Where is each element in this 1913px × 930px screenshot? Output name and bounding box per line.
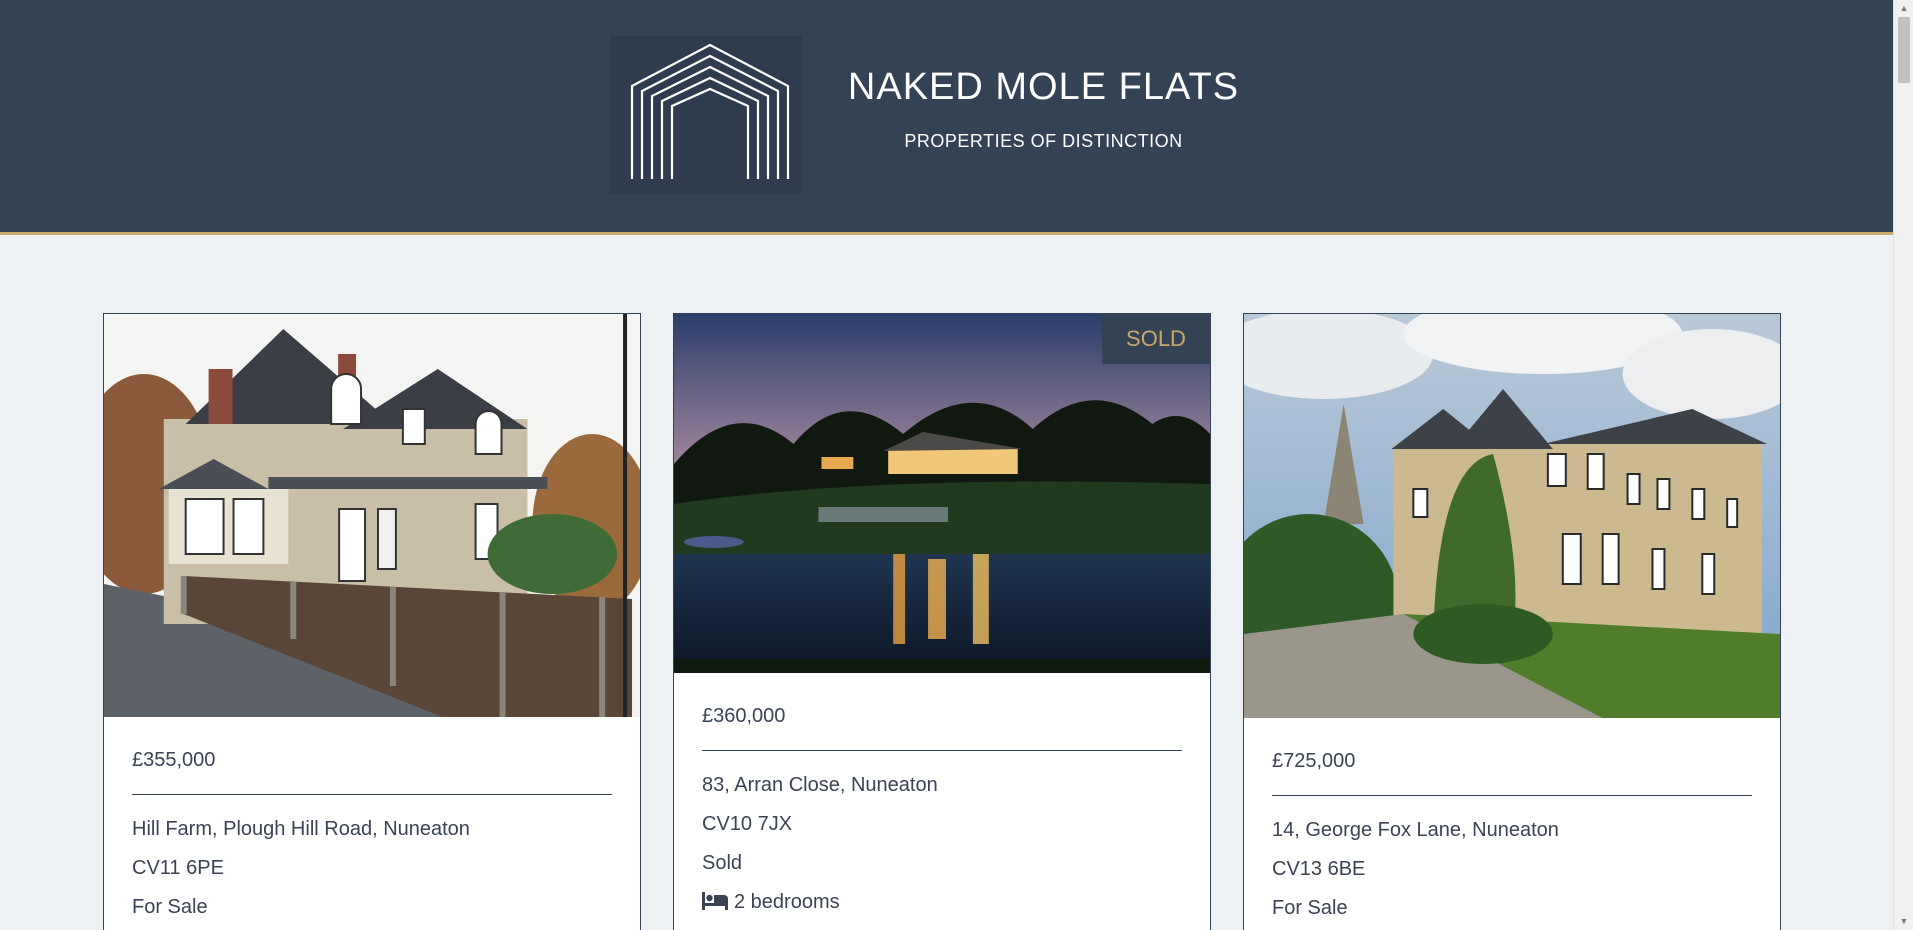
property-info: £355,000 Hill Farm, Plough Hill Road, Nu… [104,717,640,922]
property-postcode: CV10 7JX [702,813,793,835]
property-address: 14, George Fox Lane, Nuneaton [1272,819,1559,841]
property-address: Hill Farm, Plough Hill Road, Nuneaton [132,818,470,840]
property-info: £360,000 83, Arran Close, Nuneaton CV10 … [674,673,1210,917]
property-postcode: CV11 6PE [132,857,224,879]
property-price: £725,000 [1272,718,1752,796]
scroll-down-arrow-icon[interactable]: ▼ [1894,913,1913,930]
logo[interactable] [610,36,802,194]
nested-arch-logo-icon [630,43,790,179]
site-title[interactable]: NAKED MOLE FLATS [800,66,1287,109]
site-header: NAKED MOLE FLATS PROPERTIES OF DISTINCTI… [0,0,1893,235]
property-card[interactable]: SOLD £360,000 83, Arran Close, Nuneaton … [673,313,1211,930]
property-photo[interactable] [1244,314,1780,718]
scrollbar-thumb[interactable] [1898,17,1910,83]
property-status: Sold [702,852,743,874]
property-info: £725,000 14, George Fox Lane, Nuneaton C… [1244,718,1780,923]
property-address: 83, Arran Close, Nuneaton [702,774,938,796]
property-postcode: CV13 6BE [1272,858,1366,880]
property-photo[interactable] [104,314,640,717]
property-price: £355,000 [132,717,612,795]
sold-badge: SOLD [1102,314,1210,364]
property-status: For Sale [1272,897,1348,919]
vertical-scrollbar[interactable]: ▲ ▼ [1893,0,1913,930]
page: NAKED MOLE FLATS PROPERTIES OF DISTINCTI… [0,0,1893,930]
property-card[interactable]: £355,000 Hill Farm, Plough Hill Road, Nu… [103,313,641,930]
victorian-building-photo [1244,314,1780,718]
lakeside-house-photo [674,314,1210,673]
site-tagline: PROPERTIES OF DISTINCTION [904,131,1183,151]
scroll-up-arrow-icon[interactable]: ▲ [1894,0,1913,17]
property-card[interactable]: £725,000 14, George Fox Lane, Nuneaton C… [1243,313,1781,930]
house-photo [104,314,640,717]
property-status: For Sale [132,896,208,918]
property-bedrooms: 2 bedrooms [702,888,1182,917]
bedrooms-label: 2 bedrooms [734,891,840,913]
property-price: £360,000 [702,673,1182,751]
property-photo[interactable]: SOLD [674,314,1210,673]
bed-icon [702,892,728,910]
